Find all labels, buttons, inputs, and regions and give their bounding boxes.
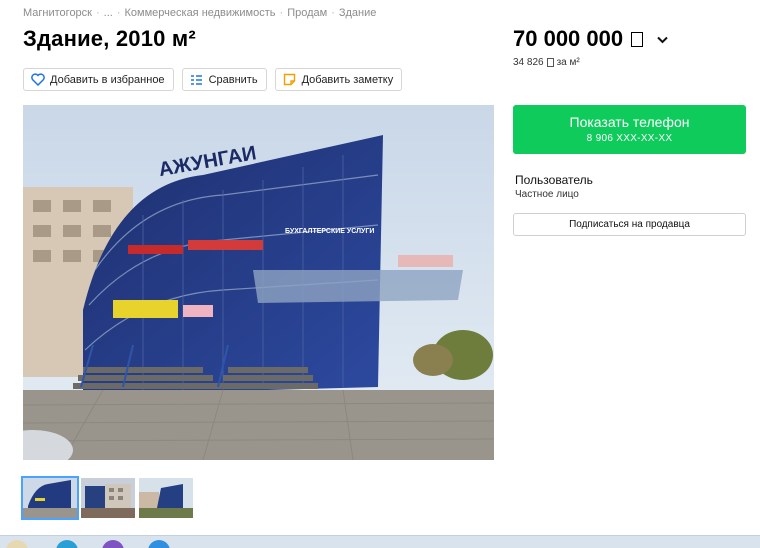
breadcrumb-city[interactable]: Магнитогорск (23, 7, 92, 19)
building-photo-image: АЖУНГАИ БУХГАЛТЕРСКИЕ УСЛУГИ (23, 105, 494, 460)
show-phone-button[interactable]: Показать телефон 8 906 XXX-XX-XX (513, 105, 746, 154)
breadcrumb-ellipsis[interactable]: ... (104, 7, 113, 19)
compare-button[interactable]: Сравнить (181, 68, 267, 91)
taskbar-viber-icon[interactable] (102, 540, 124, 548)
ruble-icon (546, 58, 554, 67)
os-taskbar (0, 535, 760, 548)
show-phone-label: Показать телефон (569, 114, 690, 130)
seller-type: Частное лицо (515, 189, 579, 200)
add-to-favorites-button[interactable]: Добавить в избранное (23, 68, 174, 91)
thumbnail-2[interactable] (81, 478, 135, 518)
thumbnail-3-image (139, 478, 193, 518)
subscribe-seller-button[interactable]: Подписаться на продавца (513, 213, 746, 236)
heart-icon (31, 73, 45, 87)
price-per-m2-unit: за м² (556, 57, 580, 68)
chevron-down-icon[interactable] (657, 32, 668, 47)
compare-icon (190, 73, 204, 87)
price-per-m2-value: 34 826 (513, 57, 544, 68)
thumbnail-3[interactable] (139, 478, 193, 518)
taskbar-telegram-icon[interactable] (56, 540, 78, 548)
add-note-label: Добавить заметку (301, 73, 394, 86)
taskbar-app-icon[interactable] (148, 540, 170, 548)
thumbnail-1-image (23, 478, 77, 518)
breadcrumb-category[interactable]: Коммерческая недвижимость (125, 7, 276, 19)
photo-thumbnails (21, 476, 193, 520)
price-value: 70 000 000 (513, 26, 624, 51)
building-sign-services: БУХГАЛТЕРСКИЕ УСЛУГИ (285, 228, 374, 235)
breadcrumb-type[interactable]: Здание (339, 7, 377, 19)
seller-name[interactable]: Пользователь (515, 173, 593, 187)
price: 70 000 000 (513, 26, 668, 52)
ruble-icon (631, 31, 644, 47)
taskbar-folder-icon[interactable] (6, 540, 28, 548)
add-to-favorites-label: Добавить в избранное (50, 73, 165, 86)
page-title: Здание, 2010 м² (23, 26, 196, 51)
action-bar: Добавить в избранное Сравнить Добавить з… (23, 68, 403, 91)
thumbnail-2-image (81, 478, 135, 518)
main-photo[interactable]: АЖУНГАИ БУХГАЛТЕРСКИЕ УСЛУГИ (23, 105, 494, 460)
note-icon (283, 73, 297, 87)
breadcrumb-deal[interactable]: Продам (287, 7, 327, 19)
breadcrumb: Магнитогорск ·... · Коммерческая недвижимос… (23, 7, 377, 19)
phone-masked: 8 906 XXX-XX-XX (586, 133, 673, 144)
add-note-button[interactable]: Добавить заметку (274, 68, 403, 91)
price-per-m2: 34 826 за м² (513, 57, 580, 68)
thumbnail-1[interactable] (21, 476, 79, 520)
compare-label: Сравнить (208, 73, 258, 86)
